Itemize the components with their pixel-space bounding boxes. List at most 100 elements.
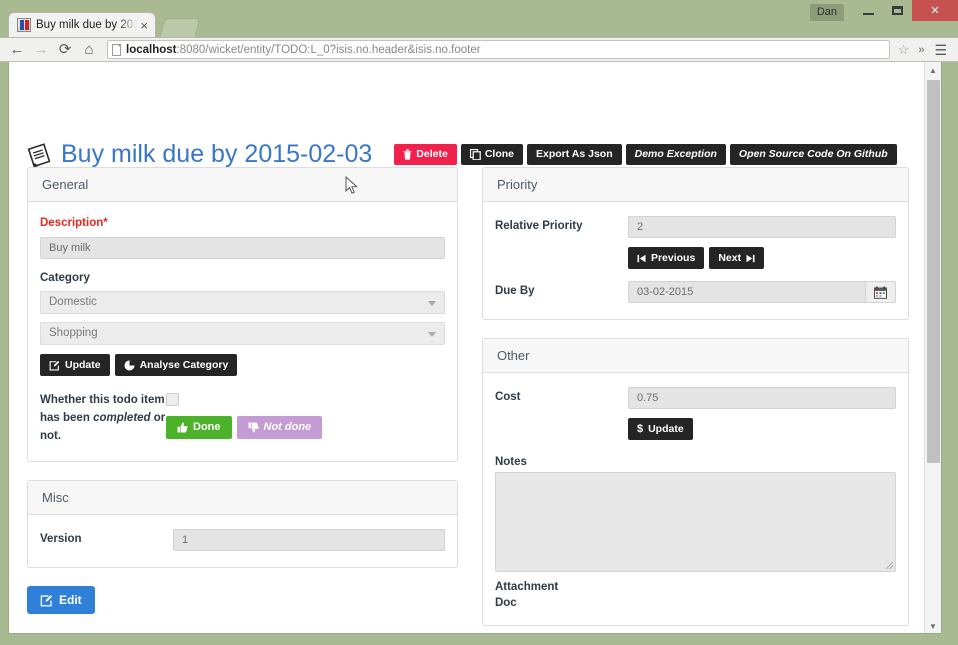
panel-misc-body: Version 1 <box>28 515 457 567</box>
hamburger-menu-icon[interactable]: ☰ <box>929 43 952 57</box>
vertical-scrollbar[interactable]: ▲ ▼ <box>924 62 941 634</box>
edit-button[interactable]: Edit <box>27 586 95 614</box>
panel-priority-body: Relative Priority 2 Previous <box>483 202 908 319</box>
priority-nav-row: Previous Next <box>628 247 896 269</box>
panel-misc-title: Misc <box>28 481 457 515</box>
panel-general-title: General <box>28 168 457 202</box>
not-done-button[interactable]: Not done <box>237 416 323 439</box>
chevron-down-icon <box>428 301 436 306</box>
calendar-picker-button[interactable] <box>866 281 896 303</box>
entity-columns: General Description* Buy milk Category D… <box>27 167 909 626</box>
not-done-button-label: Not done <box>264 422 312 433</box>
panel-general-body: Description* Buy milk Category Domestic … <box>28 202 457 461</box>
category-label: Category <box>40 271 445 287</box>
notes-field: Notes <box>495 456 896 572</box>
thumbs-down-icon <box>248 422 259 433</box>
left-column: General Description* Buy milk Category D… <box>27 167 458 614</box>
panel-other-body: Cost 0.75 $ Update <box>483 373 908 625</box>
next-button[interactable]: Next <box>709 247 764 269</box>
toolbar-overflow-icon[interactable]: » <box>913 44 929 56</box>
bookmark-star-icon[interactable]: ☆ <box>894 42 914 58</box>
dollar-icon: $ <box>637 424 643 435</box>
scrollbar-thumb[interactable] <box>927 80 940 463</box>
next-button-label: Next <box>718 253 741 264</box>
category-select-value: Domestic <box>49 292 97 313</box>
description-label-text: Description <box>40 217 103 229</box>
clone-button[interactable]: Clone <box>461 144 523 165</box>
update-cost-label: Update <box>648 424 684 435</box>
update-category-button[interactable]: Update <box>40 354 110 376</box>
tab-close-icon[interactable]: × <box>137 18 151 33</box>
completed-field-row: Whether this todo item has been complete… <box>40 392 445 445</box>
browser-tab[interactable]: Buy milk due by 2015-02-03 × <box>8 12 156 37</box>
cost-action-row: $ Update <box>628 418 896 440</box>
export-as-json-button[interactable]: Export As Json <box>527 144 622 165</box>
chevron-down-icon <box>428 332 436 337</box>
due-by-input-group: 03-02-2015 <box>628 281 896 303</box>
doc-label: Doc <box>495 597 896 609</box>
relative-priority-value-wrap: 2 Previous <box>628 216 896 269</box>
url-text: localhost:8080/wicket/entity/TODO:L_0?is… <box>126 44 481 56</box>
right-column: Priority Relative Priority 2 <box>482 167 909 626</box>
category-select[interactable]: Domestic <box>40 291 445 314</box>
back-icon[interactable]: ← <box>6 39 28 61</box>
document-icon <box>27 142 53 168</box>
thumbs-up-icon <box>177 422 188 433</box>
due-by-input[interactable]: 03-02-2015 <box>628 281 866 303</box>
category-action-row: Update Analyse Category <box>40 354 445 376</box>
edit-pencil-icon <box>40 594 53 607</box>
due-by-label: Due By <box>495 281 628 297</box>
scroll-up-icon[interactable]: ▲ <box>925 62 941 78</box>
cost-label: Cost <box>495 387 628 403</box>
panel-other-title: Other <box>483 339 908 373</box>
relative-priority-label: Relative Priority <box>495 216 628 232</box>
calendar-icon <box>874 286 887 299</box>
done-buttons-row: Done Not done <box>166 416 445 439</box>
edit-button-label: Edit <box>59 594 82 606</box>
subcategory-select-value: Shopping <box>49 323 98 344</box>
delete-button-label: Delete <box>416 149 448 160</box>
previous-button-label: Previous <box>651 253 695 264</box>
new-tab-button[interactable] <box>160 18 201 37</box>
notes-textarea[interactable] <box>495 472 896 572</box>
description-label: Description* <box>40 216 445 232</box>
done-button-label: Done <box>193 422 221 433</box>
step-backward-icon <box>637 254 646 263</box>
version-input[interactable]: 1 <box>173 529 445 551</box>
forward-icon[interactable]: → <box>30 39 52 61</box>
description-input[interactable]: Buy milk <box>40 237 445 259</box>
completed-label-emphasis: completed <box>93 412 151 424</box>
favicon-icon <box>17 18 31 32</box>
cost-input[interactable]: 0.75 <box>628 387 896 409</box>
cost-value-wrap: 0.75 $ Update <box>628 387 896 440</box>
edit-pencil-icon <box>49 360 60 371</box>
previous-button[interactable]: Previous <box>628 247 704 269</box>
page-info-icon <box>112 44 121 56</box>
update-category-label: Update <box>65 360 101 371</box>
scroll-down-icon[interactable]: ▼ <box>925 618 941 634</box>
tab-title: Buy milk due by 2015-02-03 <box>36 19 137 31</box>
reload-icon[interactable]: ⟳ <box>54 39 76 61</box>
pie-chart-icon <box>124 360 135 371</box>
address-bar[interactable]: localhost:8080/wicket/entity/TODO:L_0?is… <box>107 40 890 59</box>
delete-button[interactable]: Delete <box>394 144 457 165</box>
update-cost-button[interactable]: $ Update <box>628 418 693 440</box>
step-forward-icon <box>746 254 755 263</box>
panel-priority-title: Priority <box>483 168 908 202</box>
version-row: Version 1 <box>40 529 445 551</box>
cost-row: Cost 0.75 $ Update <box>495 387 896 440</box>
attachment-label: Attachment <box>495 581 896 593</box>
done-button[interactable]: Done <box>166 416 232 439</box>
trash-icon <box>403 149 412 160</box>
analyse-category-button[interactable]: Analyse Category <box>115 354 238 376</box>
relative-priority-input[interactable]: 2 <box>628 216 896 238</box>
copy-icon <box>470 149 481 160</box>
subcategory-select[interactable]: Shopping <box>40 322 445 345</box>
open-source-code-on-github-button[interactable]: Open Source Code On Github <box>730 144 897 165</box>
completed-checkbox[interactable] <box>166 393 179 406</box>
panel-priority: Priority Relative Priority 2 <box>482 167 909 320</box>
home-icon[interactable]: ⌂ <box>78 39 100 61</box>
clone-button-label: Clone <box>485 149 514 160</box>
completed-controls: Done Not done <box>166 392 445 445</box>
demo-exception-button[interactable]: Demo Exception <box>626 144 726 165</box>
